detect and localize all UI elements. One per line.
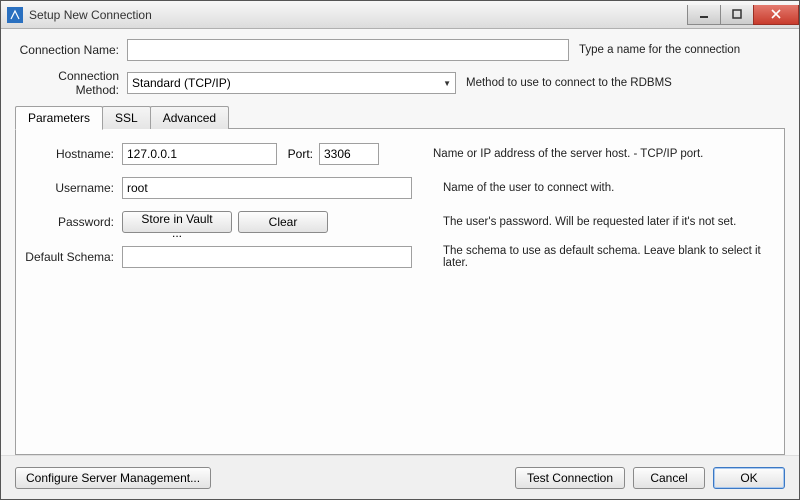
hostname-hint: Name or IP address of the server host. -… [433, 148, 776, 160]
hostname-input[interactable] [122, 143, 277, 165]
connection-method-label: Connection Method: [15, 69, 127, 97]
tabs: Parameters SSL Advanced [15, 106, 785, 129]
footer: Configure Server Management... Test Conn… [1, 455, 799, 499]
port-label: Port: [277, 147, 319, 161]
hostname-row: Hostname: Port: Name or IP address of th… [24, 143, 776, 165]
connection-name-hint: Type a name for the connection [579, 44, 785, 56]
content-area: Connection Name: Type a name for the con… [1, 29, 799, 455]
username-label: Username: [24, 181, 122, 195]
connection-method-value: Standard (TCP/IP) [132, 76, 231, 90]
connection-method-row: Connection Method: Standard (TCP/IP) ▼ M… [15, 69, 785, 97]
tab-ssl[interactable]: SSL [102, 106, 151, 129]
minimize-button[interactable] [687, 5, 721, 25]
clear-password-button[interactable]: Clear [238, 211, 328, 233]
username-input[interactable] [122, 177, 412, 199]
store-in-vault-button[interactable]: Store in Vault ... [122, 211, 232, 233]
default-schema-hint: The schema to use as default schema. Lea… [443, 245, 776, 269]
ok-button[interactable]: OK [713, 467, 785, 489]
password-hint: The user's password. Will be requested l… [443, 216, 776, 228]
close-button[interactable] [753, 5, 799, 25]
username-hint: Name of the user to connect with. [443, 182, 776, 194]
hostname-label: Hostname: [24, 147, 122, 161]
dialog-window: Setup New Connection Connection Name: Ty… [0, 0, 800, 500]
default-schema-row: Default Schema: The schema to use as def… [24, 245, 776, 269]
username-row: Username: Name of the user to connect wi… [24, 177, 776, 199]
window-buttons [687, 5, 799, 25]
tab-advanced[interactable]: Advanced [150, 106, 229, 129]
default-schema-input[interactable] [122, 246, 412, 268]
configure-server-management-button[interactable]: Configure Server Management... [15, 467, 211, 489]
window-title: Setup New Connection [29, 8, 152, 22]
connection-method-hint: Method to use to connect to the RDBMS [466, 77, 785, 89]
connection-name-input[interactable] [127, 39, 569, 61]
test-connection-button[interactable]: Test Connection [515, 467, 625, 489]
tab-panel-parameters: Hostname: Port: Name or IP address of th… [15, 128, 785, 455]
password-row: Password: Store in Vault ... Clear The u… [24, 211, 776, 233]
app-icon [7, 7, 23, 23]
tab-parameters[interactable]: Parameters [15, 106, 103, 130]
connection-name-row: Connection Name: Type a name for the con… [15, 39, 785, 61]
connection-name-label: Connection Name: [15, 43, 127, 57]
chevron-down-icon: ▼ [443, 79, 451, 88]
connection-method-dropdown[interactable]: Standard (TCP/IP) ▼ [127, 72, 456, 94]
maximize-button[interactable] [720, 5, 754, 25]
cancel-button[interactable]: Cancel [633, 467, 705, 489]
password-label: Password: [24, 215, 122, 229]
default-schema-label: Default Schema: [24, 250, 122, 264]
port-input[interactable] [319, 143, 379, 165]
titlebar: Setup New Connection [1, 1, 799, 29]
